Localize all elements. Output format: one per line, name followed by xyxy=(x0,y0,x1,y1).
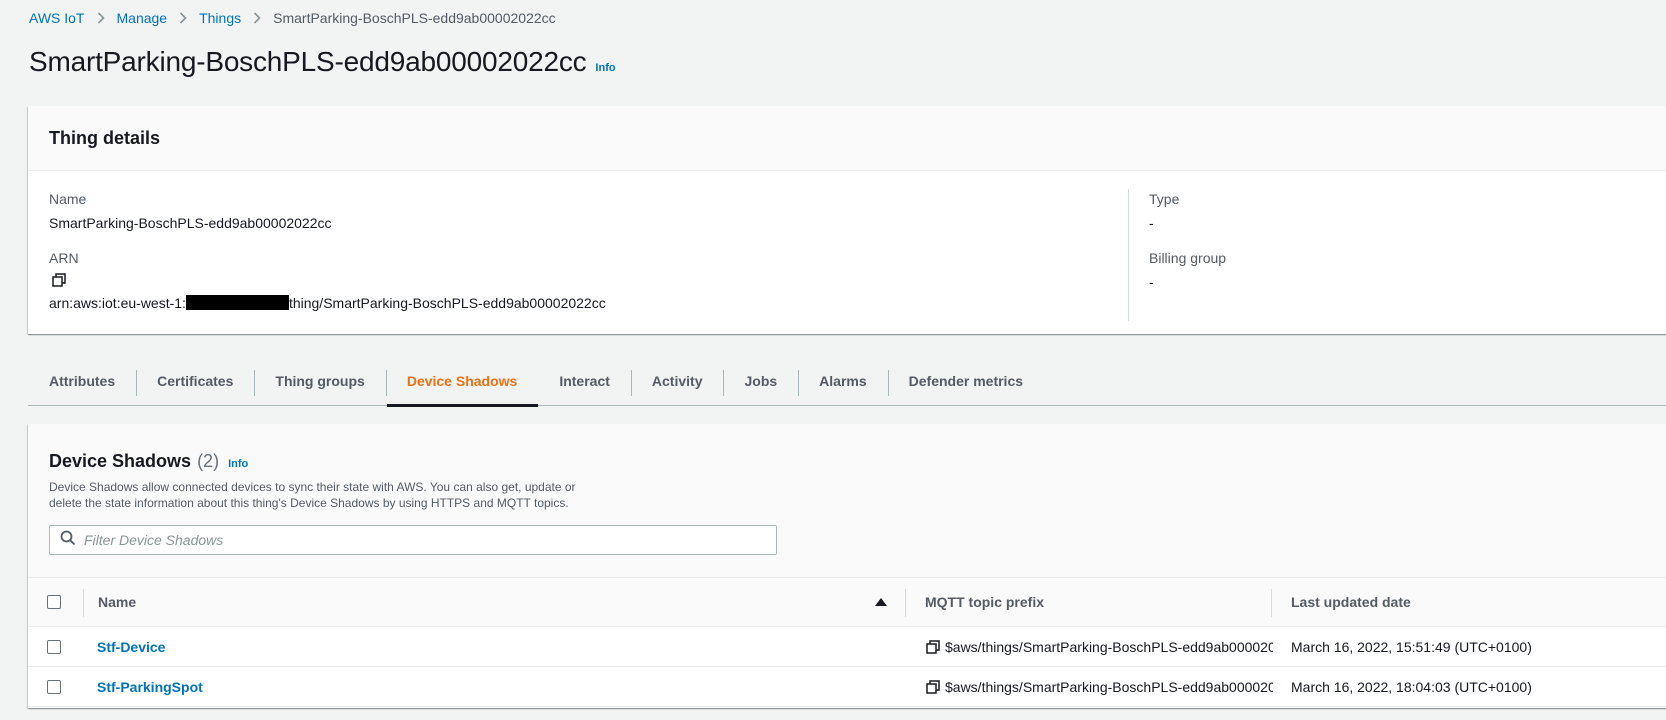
breadcrumb: AWS IoT Manage Things SmartParking-Bosch… xyxy=(29,8,556,28)
tab-jobs[interactable]: Jobs xyxy=(723,356,798,406)
column-header-mqtt-topic-prefix[interactable]: MQTT topic prefix xyxy=(925,578,1044,626)
row-checkbox[interactable] xyxy=(47,679,61,694)
tab-activity[interactable]: Activity xyxy=(630,356,724,406)
type-value: - xyxy=(1149,215,1154,231)
column-divider xyxy=(1128,189,1129,321)
row-checkbox-cell xyxy=(47,627,61,666)
mqtt-topic-prefix: $aws/things/SmartParking-BoschPLS-edd9ab… xyxy=(945,638,1273,655)
name-label: Name xyxy=(49,191,87,207)
chevron-right-icon xyxy=(97,12,105,24)
page-title: SmartParking-BoschPLS-edd9ab00002022cc xyxy=(29,46,587,77)
thing-tabs: Attributes Certificates Thing groups Dev… xyxy=(28,356,1666,407)
chevron-right-icon xyxy=(253,12,261,24)
last-updated-date: March 16, 2022, 18:04:03 (UTC+0100) xyxy=(1291,678,1532,695)
info-link[interactable]: Info xyxy=(595,62,615,74)
redacted-account-id xyxy=(185,295,289,310)
tab-defender-metrics[interactable]: Defender metrics xyxy=(887,356,1044,406)
tab-interact[interactable]: Interact xyxy=(538,356,631,406)
device-shadows-description: Device Shadows allow connected devices t… xyxy=(49,480,576,510)
column-divider xyxy=(83,589,84,617)
table-header: Name MQTT topic prefix Last updated date xyxy=(28,577,1666,627)
copy-arn-button[interactable] xyxy=(52,273,606,287)
device-shadows-title: Device Shadows (2) Info xyxy=(49,451,1666,472)
arn-value: arn:aws:iot:eu-west-1: thing/SmartParking… xyxy=(49,295,606,311)
copy-icon[interactable] xyxy=(926,639,940,654)
column-divider xyxy=(905,589,906,617)
shadow-name-link[interactable]: Stf-ParkingSpot xyxy=(97,667,203,706)
tab-alarms[interactable]: Alarms xyxy=(798,356,887,406)
billing-group-label: Billing group xyxy=(1149,250,1227,266)
info-link[interactable]: Info xyxy=(228,458,248,470)
last-updated-date: March 16, 2022, 15:51:49 (UTC+0100) xyxy=(1291,638,1532,655)
thing-details-heading: Thing details xyxy=(28,106,1666,171)
row-checkbox-cell xyxy=(47,667,61,706)
copy-icon xyxy=(52,273,66,287)
select-all-cell xyxy=(47,578,61,626)
copy-icon[interactable] xyxy=(926,679,940,694)
shadow-name-link[interactable]: Stf-Device xyxy=(97,627,165,666)
topic-cell: $aws/things/SmartParking-BoschPLS-edd9ab… xyxy=(926,667,1273,706)
breadcrumb-manage[interactable]: Manage xyxy=(117,10,168,26)
tab-device-shadows[interactable]: Device Shadows xyxy=(385,356,539,407)
column-header-last-updated-date[interactable]: Last updated date xyxy=(1291,578,1411,626)
topic-cell: $aws/things/SmartParking-BoschPLS-edd9ab… xyxy=(926,627,1273,666)
name-value: SmartParking-BoschPLS-edd9ab00002022cc xyxy=(49,215,332,231)
details-right-column: Type - Billing group - xyxy=(1149,191,1226,290)
row-checkbox[interactable] xyxy=(47,639,61,654)
arn-label: ARN xyxy=(49,250,79,266)
breadcrumb-aws-iot[interactable]: AWS IoT xyxy=(29,10,85,26)
filter-device-shadows-input[interactable] xyxy=(84,532,734,548)
shadow-count: (2) xyxy=(197,451,220,471)
details-left-column: Name SmartParking-BoschPLS-edd9ab0000202… xyxy=(49,191,606,311)
arn-suffix: thing/SmartParking-BoschPLS-edd9ab000020… xyxy=(288,295,606,311)
device-shadows-panel: Device Shadows (2) Info Device Shadows a… xyxy=(28,424,1666,708)
section-title: Device Shadows xyxy=(49,451,192,471)
billing-group-value: - xyxy=(1149,274,1154,290)
chevron-right-icon xyxy=(179,12,187,24)
breadcrumb-current: SmartParking-BoschPLS-edd9ab00002022cc xyxy=(273,10,556,26)
tab-thing-groups[interactable]: Thing groups xyxy=(254,356,385,406)
sort-ascending-icon[interactable] xyxy=(875,578,887,626)
filter-box xyxy=(49,525,777,555)
breadcrumb-things[interactable]: Things xyxy=(199,10,241,26)
arn-prefix: arn:aws:iot:eu-west-1: xyxy=(49,295,186,311)
column-divider xyxy=(1271,589,1272,617)
thing-details-panel: Thing details Name SmartParking-BoschPLS… xyxy=(28,106,1666,334)
tab-attributes[interactable]: Attributes xyxy=(28,356,136,406)
select-all-checkbox[interactable] xyxy=(47,595,61,609)
table-row: Stf-ParkingSpot $aws/things/SmartParking… xyxy=(28,667,1666,707)
page-header: SmartParking-BoschPLS-edd9ab00002022cc I… xyxy=(29,46,616,78)
column-header-name[interactable]: Name xyxy=(98,578,898,626)
search-icon xyxy=(60,530,76,551)
device-shadows-header: Device Shadows (2) Info Device Shadows a… xyxy=(28,424,1666,577)
type-label: Type xyxy=(1149,191,1180,207)
table-row: Stf-Device $aws/things/SmartParking-Bosc… xyxy=(28,627,1666,667)
mqtt-topic-prefix: $aws/things/SmartParking-BoschPLS-edd9ab… xyxy=(945,678,1273,695)
tab-certificates[interactable]: Certificates xyxy=(136,356,254,406)
